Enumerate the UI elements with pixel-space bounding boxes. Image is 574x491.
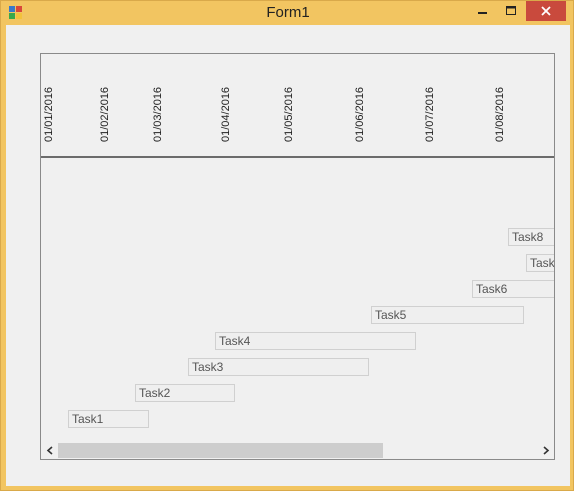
form-client-area: 01/01/2016 01/02/2016 01/03/2016 01/04/2… (6, 25, 570, 486)
close-icon (541, 6, 551, 16)
chevron-left-icon (46, 446, 53, 455)
task-bar-5[interactable]: Task5 (371, 306, 524, 324)
horizontal-scrollbar[interactable] (41, 442, 554, 459)
close-button[interactable] (526, 1, 566, 21)
date-label: 01/06/2016 (354, 86, 366, 142)
date-label: 01/04/2016 (220, 86, 232, 142)
date-label: 01/05/2016 (283, 86, 295, 142)
date-label: 01/03/2016 (152, 86, 164, 142)
task-bar-7[interactable]: Task7 (526, 254, 554, 272)
minimize-icon (478, 12, 487, 14)
scroll-right-button[interactable] (537, 442, 554, 459)
task-bar-8[interactable]: Task8 (508, 228, 554, 246)
task-bar-6[interactable]: Task6 (472, 280, 554, 298)
app-window: Form1 01/01/2016 01/02/2016 01/03/2016 0… (0, 0, 574, 491)
task-bar-2[interactable]: Task2 (135, 384, 235, 402)
date-label: 01/08/2016 (494, 86, 506, 142)
minimize-button[interactable] (469, 1, 497, 21)
task-bar-3[interactable]: Task3 (188, 358, 369, 376)
chevron-right-icon (542, 446, 549, 455)
date-label: 01/07/2016 (424, 86, 436, 142)
task-bar-4[interactable]: Task4 (215, 332, 416, 350)
scroll-thumb[interactable] (58, 443, 383, 458)
title-bar[interactable]: Form1 (1, 1, 574, 25)
maximize-icon (505, 6, 516, 15)
task-bar-1[interactable]: Task1 (68, 410, 149, 428)
date-header: 01/01/2016 01/02/2016 01/03/2016 01/04/2… (41, 54, 554, 158)
date-label: 01/01/2016 (43, 86, 55, 142)
gantt-chart[interactable]: 01/01/2016 01/02/2016 01/03/2016 01/04/2… (40, 53, 555, 460)
scroll-left-button[interactable] (41, 442, 58, 459)
date-label: 01/02/2016 (99, 86, 111, 142)
maximize-button[interactable] (497, 1, 525, 21)
